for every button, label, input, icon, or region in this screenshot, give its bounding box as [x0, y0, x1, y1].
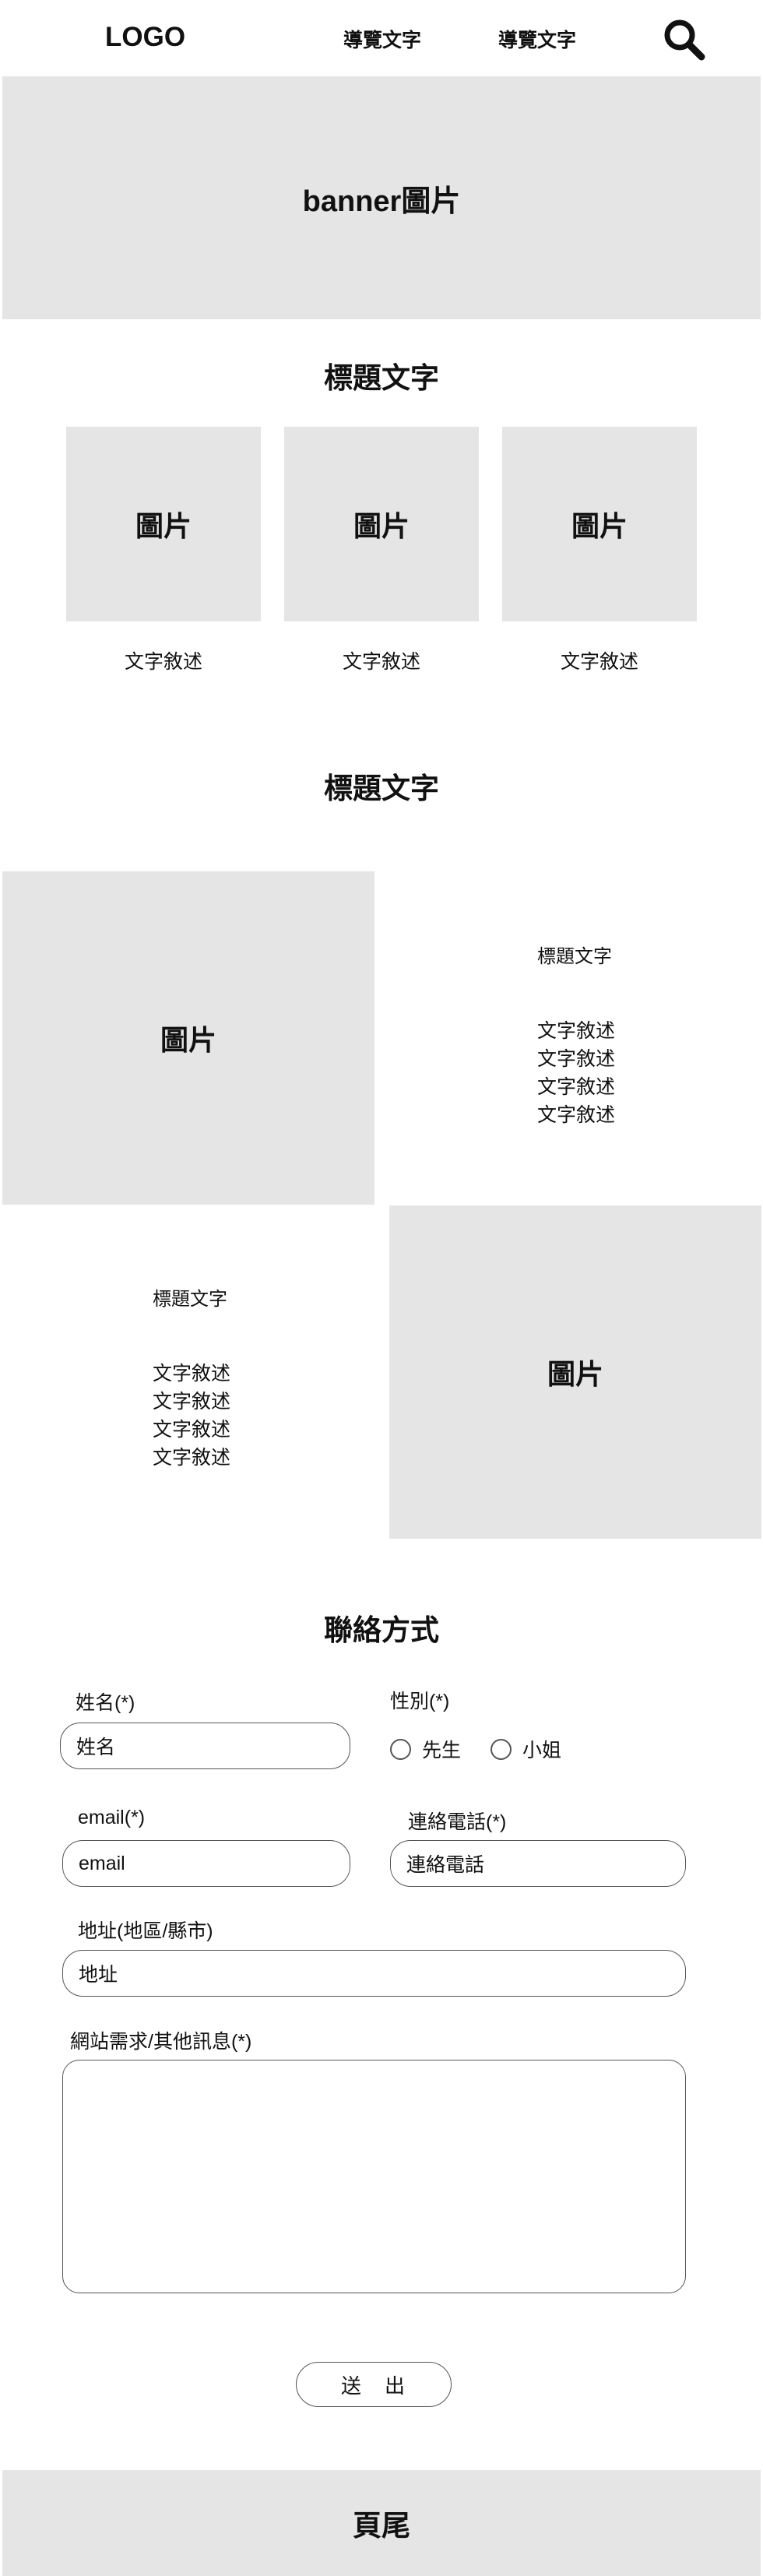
address-placeholder: 地址: [79, 1964, 118, 1986]
card-text: 文字敘述: [342, 651, 420, 673]
feature-description: 文字敘述 文字敘述 文字敘述 文字敘述: [153, 1360, 230, 1472]
radio-button[interactable]: [490, 1738, 512, 1760]
card-image-label: 圖片: [135, 510, 192, 542]
feature-line: 文字敘述: [153, 1447, 231, 1469]
message-label: 網站需求/其他訊息(*): [70, 2031, 252, 2053]
card-image: 圖片: [284, 427, 479, 621]
feature-line: 文字敘述: [153, 1419, 231, 1441]
feature-image: 圖片: [389, 1205, 761, 1539]
nav-link-2[interactable]: 導覽文字: [498, 25, 576, 53]
gender-option-label: 先生: [422, 1740, 462, 1761]
feature-image: 圖片: [2, 871, 374, 1205]
banner-image: banner圖片: [2, 76, 761, 319]
contact-title: 聯絡方式: [324, 1614, 439, 1646]
name-placeholder: 姓名: [76, 1737, 116, 1758]
card-text: 文字敘述: [124, 651, 202, 673]
gender-option-ms[interactable]: 小姐: [490, 1735, 561, 1763]
feature-line: 文字敘述: [537, 1020, 616, 1042]
submit-button[interactable]: 送 出: [296, 2362, 452, 2407]
feature-line: 文字敘述: [537, 1076, 616, 1098]
gender-option-mr[interactable]: 先生: [390, 1735, 461, 1763]
address-input[interactable]: 地址: [62, 1950, 686, 1997]
feature-title: 標題文字: [537, 946, 612, 967]
search-icon[interactable]: [662, 17, 705, 61]
footer-label: 頁尾: [353, 2510, 410, 2542]
nav-link-1[interactable]: 導覽文字: [343, 25, 421, 53]
name-label: 姓名(*): [76, 1692, 135, 1714]
email-placeholder: email: [79, 1852, 125, 1874]
feature-line: 文字敘述: [537, 1048, 616, 1070]
card-image-label: 圖片: [571, 510, 628, 542]
message-textarea[interactable]: [62, 2060, 686, 2293]
name-input[interactable]: 姓名: [60, 1723, 350, 1769]
section-title: 標題文字: [324, 362, 439, 394]
card-image: 圖片: [502, 427, 697, 621]
feature-line: 文字敘述: [153, 1363, 231, 1385]
radio-button[interactable]: [390, 1738, 411, 1760]
submit-label: 送 出: [340, 2374, 406, 2398]
feature-line: 文字敘述: [537, 1104, 616, 1126]
email-input[interactable]: email: [62, 1840, 350, 1887]
gender-label: 性別(*): [390, 1691, 450, 1712]
feature-image-label: 圖片: [160, 1024, 216, 1056]
card-text: 文字敘述: [560, 651, 638, 673]
phone-label: 連絡電話(*): [408, 1811, 507, 1833]
feature-image-label: 圖片: [547, 1358, 603, 1390]
gender-option-label: 小姐: [522, 1740, 562, 1761]
feature-title: 標題文字: [153, 1289, 227, 1310]
email-label: email(*): [78, 1807, 146, 1828]
footer: 頁尾: [2, 2470, 761, 2576]
phone-placeholder: 連絡電話: [406, 1854, 485, 1876]
card-image: 圖片: [66, 427, 261, 621]
feature-line: 文字敘述: [153, 1391, 231, 1413]
logo[interactable]: LOGO: [105, 22, 185, 53]
feature-description: 文字敘述 文字敘述 文字敘述 文字敘述: [537, 1017, 615, 1129]
card-image-label: 圖片: [353, 510, 410, 542]
phone-input[interactable]: 連絡電話: [390, 1840, 686, 1887]
address-label: 地址(地區/縣市): [78, 1920, 213, 1942]
section-title: 標題文字: [324, 772, 439, 804]
banner-label: banner圖片: [302, 185, 461, 218]
